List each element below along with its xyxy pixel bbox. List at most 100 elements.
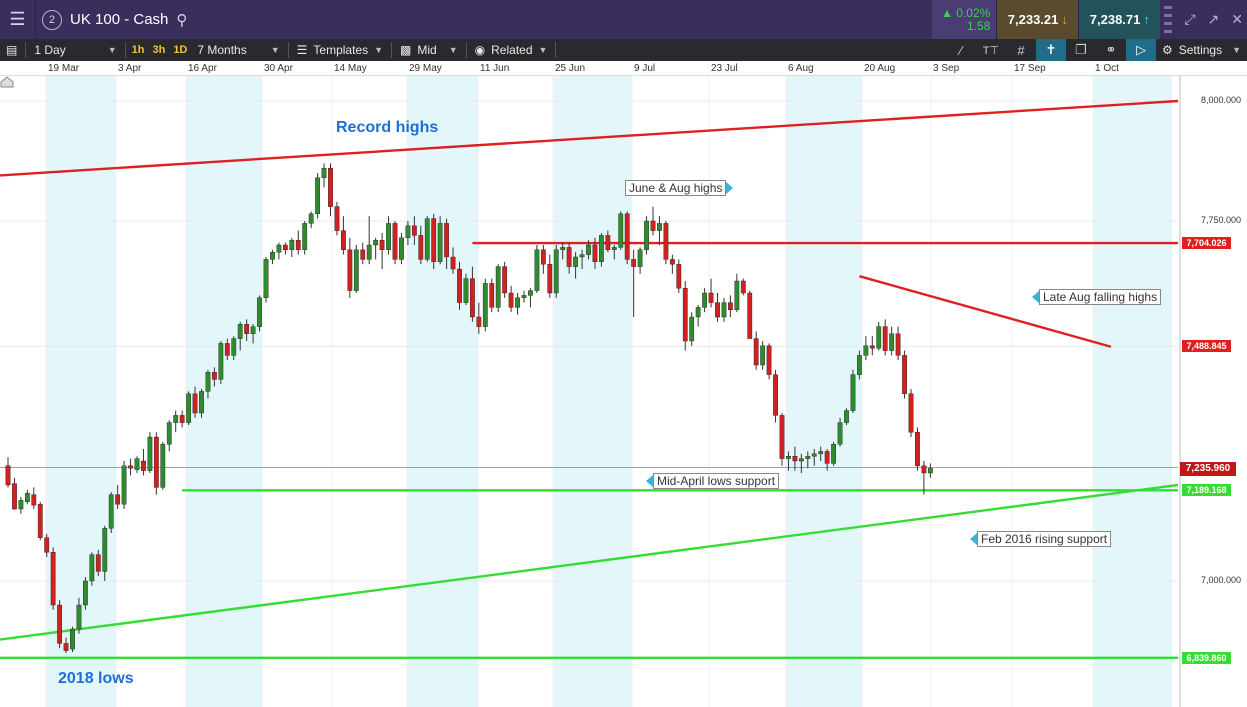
price-tick-label: 7,000.000 — [1200, 575, 1241, 585]
related-icon: ◉ — [474, 43, 486, 57]
candle-body — [250, 326, 256, 335]
chart-canvas[interactable] — [0, 76, 1247, 707]
interval-select[interactable]: 1 Day ▼ — [28, 39, 122, 61]
mid-april-lows-support-label: Mid-April lows support — [645, 473, 780, 489]
instrument-title[interactable]: UK 100 - Cash — [70, 11, 168, 28]
date-axis: 19 Mar 3 Apr 16 Apr 30 Apr 14 May 29 May 11 Ju… — [0, 61, 1247, 76]
settings-button[interactable]: ⚙ Settings ▼ — [1156, 39, 1247, 61]
price-type-menu[interactable]: ▩ Mid ▼ — [394, 39, 464, 61]
copy-icon[interactable]: ❐ — [1066, 39, 1096, 61]
templates-label: Templates — [313, 43, 369, 57]
candle-body — [289, 239, 295, 250]
candle-body — [502, 266, 508, 294]
candle-body — [902, 355, 907, 394]
candle-body — [740, 280, 746, 294]
tag-icon[interactable]: ▷ — [1125, 39, 1156, 61]
home-icon[interactable] — [0, 76, 14, 88]
candle-body — [470, 278, 475, 318]
candle-body — [515, 297, 520, 308]
hamburger-icon[interactable]: ☰ — [0, 0, 36, 39]
templates-menu[interactable]: ☰ Templates ▼ — [291, 39, 389, 61]
candle-body — [386, 223, 391, 250]
indicator-icon[interactable]: ⚭ — [1096, 39, 1126, 61]
candle-body — [115, 494, 121, 505]
price-chart[interactable]: 8,000.000 7,750.000 7,000.000 7,704.026 7,4… — [0, 76, 1247, 707]
candle-body — [31, 494, 37, 506]
candle-body — [457, 268, 462, 303]
candle-body — [560, 247, 566, 250]
crosshair-icon[interactable]: ✝ — [1035, 39, 1066, 61]
candle-body — [837, 422, 843, 445]
candle-body — [231, 338, 237, 356]
buy-button[interactable]: 7,238.71 ↑ — [1078, 0, 1161, 39]
candle-body — [57, 604, 63, 644]
month-band — [1093, 76, 1172, 707]
candle-body — [82, 580, 88, 606]
date-tick-label: 6 Aug — [788, 63, 814, 74]
candle-body — [205, 372, 211, 392]
candle-body — [676, 263, 682, 289]
candle-body — [141, 460, 146, 471]
candle-body — [889, 333, 895, 351]
candle-body — [734, 280, 740, 310]
timeframe-1h[interactable]: 1h — [128, 44, 149, 56]
candle-body — [715, 302, 720, 318]
close-icon[interactable]: ✕ — [1231, 11, 1243, 28]
candle-body — [102, 528, 108, 572]
candle-body — [128, 465, 133, 469]
grid-icon[interactable]: # — [1006, 39, 1036, 61]
popout-icon[interactable]: ↗ — [1208, 11, 1220, 28]
candle-body — [134, 458, 140, 470]
candle-body — [844, 410, 849, 423]
interval-label: 1 Day — [34, 43, 66, 57]
candle-body — [160, 444, 166, 488]
candle-body — [599, 235, 604, 262]
june-aug-highs-label: June & Aug highs — [625, 180, 734, 196]
candle-body — [773, 374, 778, 416]
candle-body — [218, 343, 224, 380]
timeframe-3h[interactable]: 3h — [148, 44, 169, 56]
feb-2016-rising-support-label: Feb 2016 rising support — [969, 531, 1112, 547]
change-points: 1.58 — [966, 18, 991, 33]
down-arrow-icon: ↓ — [1061, 12, 1068, 27]
date-tick-label: 25 Jun — [555, 63, 586, 74]
up-arrow-icon: ▲ — [941, 5, 953, 20]
timeframe-1d[interactable]: 1D — [169, 44, 191, 56]
candle-body — [315, 177, 320, 215]
candle-body — [482, 283, 488, 327]
candle-body — [792, 456, 798, 462]
sell-button[interactable]: 7,233.21 ↓ — [996, 0, 1079, 39]
candle-body — [392, 223, 398, 260]
candle-body — [579, 254, 585, 258]
candle-body — [76, 604, 82, 630]
related-menu[interactable]: ◉ Related ▼ — [469, 39, 554, 61]
candle-body — [566, 247, 572, 267]
candle-body — [70, 628, 75, 650]
candle-body — [728, 302, 733, 311]
drag-handle-icon[interactable] — [1164, 5, 1173, 34]
candle-body — [379, 239, 385, 250]
candle-body — [166, 422, 172, 445]
record-highs-label: Record highs — [336, 119, 439, 136]
date-tick-label: 19 Mar — [48, 63, 80, 74]
date-tick-label: 17 Sep — [1014, 63, 1046, 74]
candle-body — [721, 302, 727, 318]
templates-icon: ☰ — [296, 43, 308, 57]
search-icon[interactable]: ⚲ — [176, 11, 187, 29]
candle-body — [444, 223, 449, 258]
window-number-badge[interactable]: 2 — [42, 9, 62, 30]
candle-body — [779, 415, 785, 459]
date-tick-label: 11 Jun — [480, 63, 510, 74]
candle-body — [199, 391, 204, 414]
candle-body — [173, 415, 179, 423]
settings-label: Settings — [1178, 43, 1223, 57]
candle-body — [553, 249, 559, 294]
chevron-down-icon: ▼ — [538, 45, 548, 55]
candle-body — [644, 220, 649, 250]
candle-body — [424, 218, 430, 260]
list-icon[interactable]: ▤ — [0, 39, 23, 61]
draw-line-icon[interactable]: ∕ — [946, 39, 976, 61]
range-select[interactable]: 7 Months ▼ — [191, 39, 285, 61]
maximize-icon[interactable]: ⤢ — [1184, 11, 1195, 28]
text-tool-icon[interactable]: T⊤ — [976, 39, 1006, 61]
